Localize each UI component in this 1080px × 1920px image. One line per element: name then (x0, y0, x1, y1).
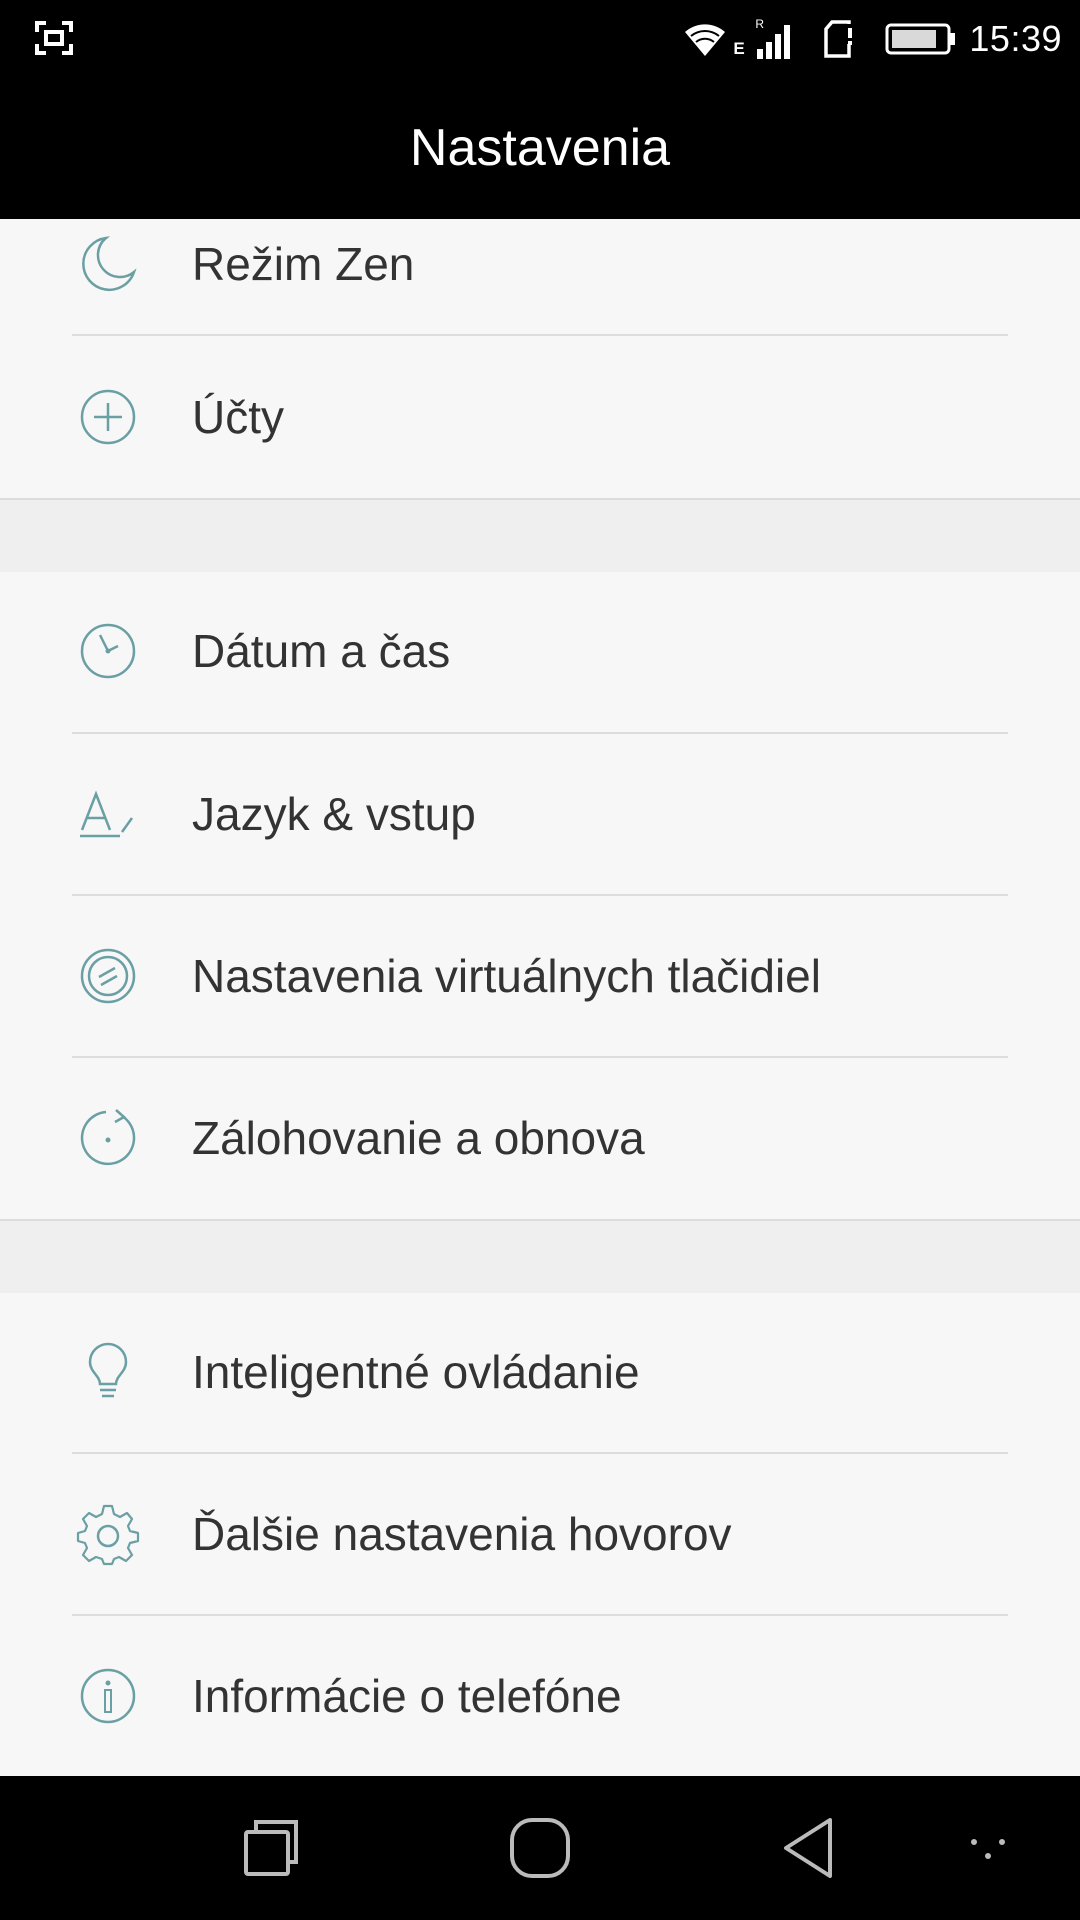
navigation-bar (0, 1776, 1080, 1920)
network-type-label: E (733, 38, 745, 58)
signal-indicator: E R (733, 17, 797, 61)
lightbulb-icon (88, 1342, 128, 1398)
wifi-icon (685, 23, 726, 56)
settings-item-call-settings[interactable]: Ďalšie nastavenia hovorov (0, 1453, 1080, 1615)
menu-dots-icon[interactable] (950, 1812, 1022, 1884)
battery-icon (885, 23, 956, 54)
screenshot-icon (35, 21, 73, 55)
settings-item-label: Ďalšie nastavenia hovorov (192, 1508, 732, 1560)
settings-item-label: Režim Zen (192, 238, 415, 290)
settings-item-language-input[interactable]: Jazyk & vstup (0, 733, 1080, 895)
settings-item-label: Dátum a čas (192, 625, 451, 677)
plus-circle-icon (80, 389, 136, 445)
settings-item-label: Informácie o telefóne (192, 1670, 622, 1722)
settings-item-label: Inteligentné ovládanie (192, 1346, 640, 1398)
settings-list: Režim Zen Účty Dátum a čas Jazyk & vstup… (0, 219, 1080, 1776)
settings-item-date-time[interactable]: Dátum a čas (0, 570, 1080, 732)
settings-item-smart-control[interactable]: Inteligentné ovládanie (0, 1291, 1080, 1453)
info-icon (80, 1668, 136, 1724)
app-bar: Nastavenia (0, 77, 1080, 219)
settings-item-about-phone[interactable]: Informácie o telefóne (0, 1615, 1080, 1776)
recents-icon[interactable] (234, 1812, 306, 1884)
status-bar: E R 15:39 (0, 0, 1080, 77)
home-icon[interactable] (504, 1812, 576, 1884)
moon-icon (82, 236, 137, 292)
settings-item-label: Účty (192, 391, 284, 443)
settings-item-backup-restore[interactable]: Zálohovanie a obnova (0, 1057, 1080, 1219)
virtual-buttons-icon (80, 948, 136, 1004)
sim-icon (824, 19, 854, 58)
gear-icon (76, 1504, 140, 1566)
settings-screen: E R 15:39 Nastavenia Režim Zen Účty Dátu… (0, 0, 1080, 1920)
settings-item-label: Jazyk & vstup (192, 788, 476, 840)
status-time: 15:39 (969, 17, 1062, 59)
clock-icon (80, 623, 136, 679)
settings-item-label: Nastavenia virtuálnych tlačidiel (192, 950, 821, 1002)
section-separator (0, 498, 1080, 572)
back-icon[interactable] (774, 1812, 846, 1884)
settings-item-virtual-buttons[interactable]: Nastavenia virtuálnych tlačidiel (0, 895, 1080, 1057)
settings-item-label: Zálohovanie a obnova (192, 1112, 645, 1164)
section-separator (0, 1219, 1080, 1293)
settings-item-accounts[interactable]: Účty (0, 336, 1080, 498)
signal-icon (757, 24, 791, 59)
settings-item-zen-mode[interactable]: Režim Zen (0, 219, 1080, 345)
page-title: Nastavenia (409, 119, 671, 177)
backup-icon (80, 1109, 136, 1166)
language-icon (80, 790, 134, 838)
